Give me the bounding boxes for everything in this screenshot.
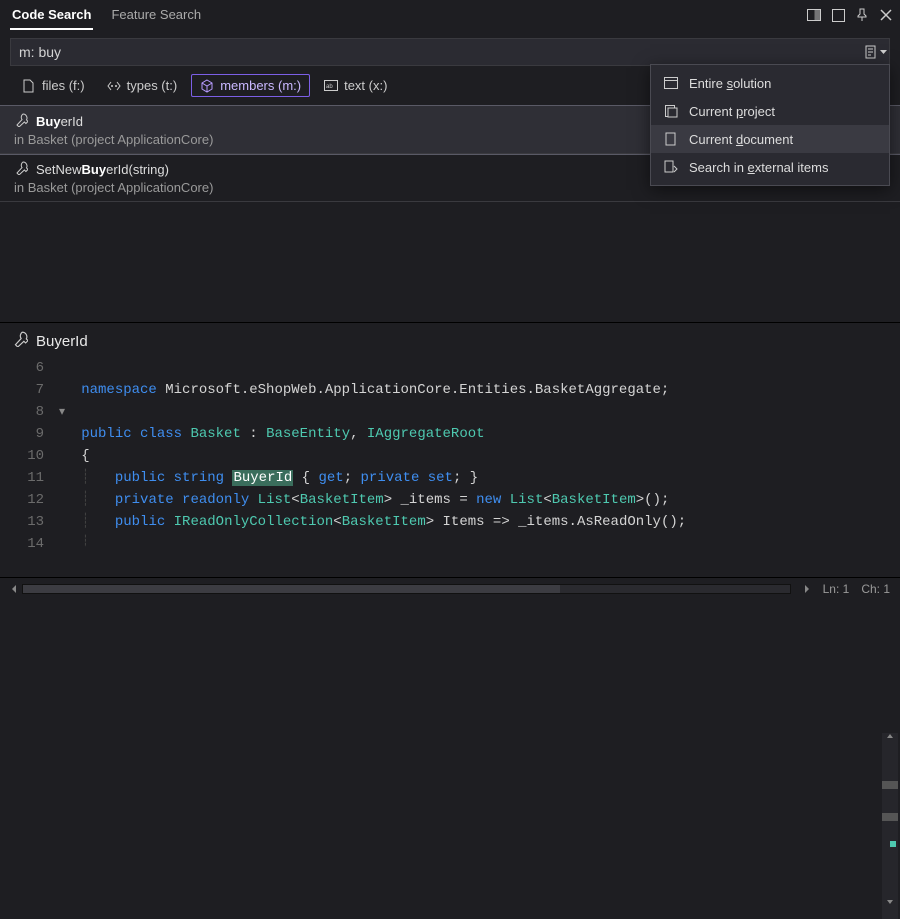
chevron-down-icon bbox=[880, 50, 887, 55]
scope-label: Search in external items bbox=[689, 160, 828, 175]
scope-label: Current project bbox=[689, 104, 775, 119]
result-title: BuyerId bbox=[36, 114, 83, 129]
status-char: Ch: 1 bbox=[861, 582, 890, 596]
dock-icon[interactable] bbox=[830, 7, 846, 23]
scroll-up-icon[interactable] bbox=[886, 733, 894, 741]
solution-icon bbox=[663, 75, 679, 91]
wrench-icon bbox=[14, 113, 28, 130]
tab-code-search[interactable]: Code Search bbox=[10, 1, 93, 30]
search-input[interactable] bbox=[11, 44, 863, 60]
file-icon bbox=[22, 79, 36, 93]
fold-toggle[interactable]: ▾ bbox=[59, 401, 65, 423]
code-body: namespace Microsoft.eShopWeb.Application… bbox=[56, 357, 900, 547]
close-icon[interactable] bbox=[878, 7, 894, 23]
types-icon bbox=[107, 79, 121, 93]
scope-dropdown-button[interactable] bbox=[863, 45, 889, 60]
status-bar: Ln: 1 Ch: 1 bbox=[0, 577, 900, 599]
scope-entire-solution[interactable]: Entire solution bbox=[651, 69, 889, 97]
document-icon bbox=[663, 131, 679, 147]
filter-label: types (t:) bbox=[127, 78, 178, 93]
filter-label: files (f:) bbox=[42, 78, 85, 93]
result-title: SetNewBuyerId(string) bbox=[36, 162, 169, 177]
filter-label: members (m:) bbox=[220, 78, 301, 93]
scope-current-document[interactable]: Current document bbox=[651, 125, 889, 153]
search-bar bbox=[10, 38, 890, 66]
line-numbers: 6 7 8 9 10 11 12 13 14 bbox=[0, 357, 56, 547]
scope-external-items[interactable]: Search in external items bbox=[651, 153, 889, 181]
scroll-left-icon[interactable] bbox=[10, 585, 18, 593]
text-icon: ab bbox=[324, 79, 338, 93]
title-bar: Code Search Feature Search bbox=[0, 0, 900, 30]
scroll-right-icon[interactable] bbox=[803, 585, 811, 593]
tab-feature-search[interactable]: Feature Search bbox=[109, 1, 203, 30]
filter-files[interactable]: files (f:) bbox=[14, 75, 93, 96]
scope-current-project[interactable]: Current project bbox=[651, 97, 889, 125]
scope-label: Entire solution bbox=[689, 76, 771, 91]
window-split-icon[interactable] bbox=[806, 7, 822, 23]
horizontal-scrollbar[interactable] bbox=[22, 584, 791, 594]
minimap[interactable] bbox=[882, 733, 898, 919]
scroll-down-icon[interactable] bbox=[886, 897, 894, 905]
preview-header: BuyerId bbox=[0, 322, 900, 357]
wrench-icon bbox=[14, 161, 28, 178]
filter-types[interactable]: types (t:) bbox=[99, 75, 186, 96]
svg-text:ab: ab bbox=[326, 84, 333, 90]
filter-members[interactable]: members (m:) bbox=[191, 74, 310, 97]
members-icon bbox=[200, 79, 214, 93]
scope-menu: Entire solution Current project Current … bbox=[650, 64, 890, 186]
project-icon bbox=[663, 103, 679, 119]
filter-text[interactable]: ab text (x:) bbox=[316, 75, 395, 96]
filter-label: text (x:) bbox=[344, 78, 387, 93]
wrench-icon bbox=[12, 331, 28, 351]
external-icon bbox=[663, 159, 679, 175]
preview-title: BuyerId bbox=[36, 333, 88, 350]
code-preview[interactable]: 6 7 8 9 10 11 12 13 14 ▾ namespace Micro… bbox=[0, 357, 900, 547]
pin-icon[interactable] bbox=[854, 7, 870, 23]
status-line: Ln: 1 bbox=[823, 582, 850, 596]
scope-label: Current document bbox=[689, 132, 793, 147]
